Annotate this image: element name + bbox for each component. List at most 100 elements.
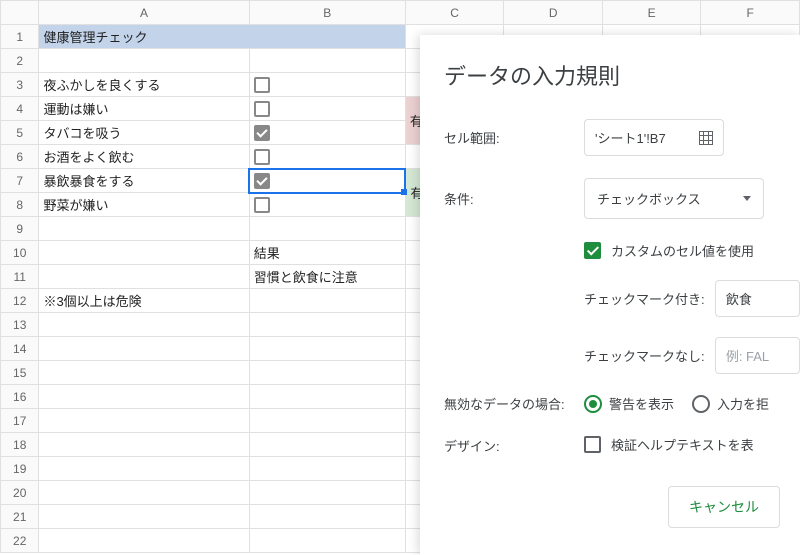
cell-A13[interactable] <box>39 313 249 337</box>
chevron-down-icon <box>743 196 751 201</box>
cell-A16[interactable] <box>39 385 249 409</box>
checked-value-input[interactable]: 飲食 <box>715 280 800 317</box>
cell-A18[interactable] <box>39 433 249 457</box>
cell-B20[interactable] <box>249 481 405 505</box>
cell-A8[interactable]: 野菜が嫌い <box>39 193 249 217</box>
cell-B2[interactable] <box>249 49 405 73</box>
row-header[interactable]: 17 <box>1 409 39 433</box>
row-header[interactable]: 2 <box>1 49 39 73</box>
cell-A3[interactable]: 夜ふかしを良くする <box>39 73 249 97</box>
show-help-text-checkbox[interactable]: 検証ヘルプテキストを表 <box>584 435 754 454</box>
cell-B14[interactable] <box>249 337 405 361</box>
invalid-reject-radio[interactable]: 入力を拒 <box>692 394 769 413</box>
cell-range-label: セル範囲: <box>444 128 584 147</box>
cell-A9[interactable] <box>39 217 249 241</box>
use-custom-values-checkbox[interactable]: カスタムのセル値を使用 <box>584 241 754 260</box>
cell-A10[interactable] <box>39 241 249 265</box>
cell-A19[interactable] <box>39 457 249 481</box>
cell-A7[interactable]: 暴飲暴食をする <box>39 169 249 193</box>
sheet-checkbox[interactable] <box>254 125 270 141</box>
cell-range-value: 'シート1'!B7 <box>595 128 666 147</box>
cell-text: 結果 <box>254 246 280 261</box>
cell-B15[interactable] <box>249 361 405 385</box>
cell-A12[interactable]: ※3個以上は危険 <box>39 289 249 313</box>
row-header[interactable]: 20 <box>1 481 39 505</box>
cell-B17[interactable] <box>249 409 405 433</box>
cell-B12[interactable] <box>249 289 405 313</box>
col-header[interactable]: C <box>405 1 504 25</box>
cell-A14[interactable] <box>39 337 249 361</box>
row-header[interactable]: 5 <box>1 121 39 145</box>
cell-B21[interactable] <box>249 505 405 529</box>
row-header[interactable]: 14 <box>1 337 39 361</box>
cell-A17[interactable] <box>39 409 249 433</box>
cell-A22[interactable] <box>39 529 249 553</box>
unchecked-value-input[interactable]: 例: FAL <box>715 337 800 374</box>
row-header[interactable]: 8 <box>1 193 39 217</box>
row-header[interactable]: 12 <box>1 289 39 313</box>
select-range-icon[interactable] <box>699 131 713 145</box>
cell-B7[interactable] <box>249 169 405 193</box>
cell-B13[interactable] <box>249 313 405 337</box>
row-header[interactable]: 6 <box>1 145 39 169</box>
cell-A2[interactable] <box>39 49 249 73</box>
selection-handle[interactable] <box>401 189 407 195</box>
cell-range-input[interactable]: 'シート1'!B7 <box>584 119 724 156</box>
condition-dropdown[interactable]: チェックボックス <box>584 178 764 219</box>
corner-cell[interactable] <box>1 1 39 25</box>
cell-B18[interactable] <box>249 433 405 457</box>
cell-B19[interactable] <box>249 457 405 481</box>
row-header[interactable]: 9 <box>1 217 39 241</box>
cell-A11[interactable] <box>39 265 249 289</box>
cell-B5[interactable] <box>249 121 405 145</box>
cell-B6[interactable] <box>249 145 405 169</box>
col-header[interactable]: E <box>602 1 701 25</box>
cell-A21[interactable] <box>39 505 249 529</box>
row-header[interactable]: 15 <box>1 361 39 385</box>
row-header[interactable]: 1 <box>1 25 39 49</box>
sheet-checkbox[interactable] <box>254 173 270 189</box>
unchecked-value-label: チェックマークなし: <box>584 346 705 365</box>
row-header[interactable]: 3 <box>1 73 39 97</box>
use-custom-label: カスタムのセル値を使用 <box>611 241 754 260</box>
cell-text: 運動は嫌い <box>43 102 108 117</box>
cell-A15[interactable] <box>39 361 249 385</box>
cell-A4[interactable]: 運動は嫌い <box>39 97 249 121</box>
cell-B4[interactable] <box>249 97 405 121</box>
cell-B9[interactable] <box>249 217 405 241</box>
cell-A5[interactable]: タバコを吸う <box>39 121 249 145</box>
row-header[interactable]: 22 <box>1 529 39 553</box>
cell-B16[interactable] <box>249 385 405 409</box>
design-label: デザイン: <box>444 436 584 455</box>
row-header[interactable]: 18 <box>1 433 39 457</box>
cell-B11[interactable]: 習慣と飲食に注意 <box>249 265 405 289</box>
row-header[interactable]: 11 <box>1 265 39 289</box>
cell-text: 野菜が嫌い <box>43 198 108 213</box>
row-header[interactable]: 16 <box>1 385 39 409</box>
row-header[interactable]: 7 <box>1 169 39 193</box>
sheet-checkbox[interactable] <box>254 101 270 117</box>
cell-B3[interactable] <box>249 73 405 97</box>
row-header[interactable]: 21 <box>1 505 39 529</box>
cell-A6[interactable]: お酒をよく飲む <box>39 145 249 169</box>
col-header[interactable]: A <box>39 1 249 25</box>
sheet-checkbox[interactable] <box>254 77 270 93</box>
checkbox-icon <box>584 436 601 453</box>
sheet-checkbox[interactable] <box>254 149 270 165</box>
row-header[interactable]: 4 <box>1 97 39 121</box>
row-header[interactable]: 19 <box>1 457 39 481</box>
row-header[interactable]: 10 <box>1 241 39 265</box>
cell-A20[interactable] <box>39 481 249 505</box>
cell-B10[interactable]: 結果 <box>249 241 405 265</box>
col-header[interactable]: B <box>249 1 405 25</box>
cancel-button[interactable]: キャンセル <box>668 486 780 528</box>
row-header[interactable]: 13 <box>1 313 39 337</box>
cell-B22[interactable] <box>249 529 405 553</box>
invalid-warn-radio[interactable]: 警告を表示 <box>584 394 674 413</box>
sheet-checkbox[interactable] <box>254 197 270 213</box>
cell-A1[interactable]: 健康管理チェック <box>39 25 405 49</box>
cell-B8[interactable] <box>249 193 405 217</box>
col-header[interactable]: F <box>701 1 800 25</box>
data-validation-panel: データの入力規則 セル範囲: 'シート1'!B7 条件: チェックボックス カス… <box>420 35 800 555</box>
col-header[interactable]: D <box>504 1 603 25</box>
